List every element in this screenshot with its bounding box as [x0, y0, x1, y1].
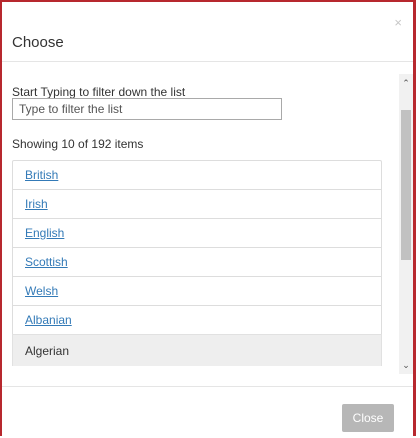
list-item[interactable]: Albanian — [12, 305, 382, 334]
filter-input[interactable] — [12, 98, 282, 120]
list-scrollbar[interactable]: ⌃ ⌄ — [399, 74, 413, 374]
dialog-footer: Close — [2, 386, 413, 436]
close-icon[interactable]: × — [394, 16, 402, 29]
close-button[interactable]: Close — [342, 404, 394, 432]
list-item-link[interactable]: Albanian — [25, 313, 72, 327]
results-count: Showing 10 of 192 items — [12, 137, 144, 151]
list-item-label: Algerian — [25, 343, 70, 358]
list-item-link[interactable]: Irish — [25, 197, 48, 211]
list-item-link[interactable]: Scottish — [25, 255, 68, 269]
list-item[interactable]: Irish — [12, 189, 382, 218]
chevron-up-icon[interactable]: ⌃ — [399, 76, 413, 90]
dialog-header: Choose × — [2, 2, 413, 62]
list-item[interactable]: Welsh — [12, 276, 382, 305]
results-list: British Irish English Scottish Welsh Alb… — [12, 160, 382, 366]
scrollbar-thumb[interactable] — [401, 110, 411, 260]
background-strip — [416, 0, 420, 438]
list-item-link[interactable]: English — [25, 226, 64, 240]
list-item[interactable]: English — [12, 218, 382, 247]
list-item[interactable]: British — [12, 160, 382, 189]
dialog-title: Choose — [12, 34, 64, 51]
list-item-active[interactable]: Algerian — [12, 334, 382, 366]
list-item-link[interactable]: British — [25, 168, 58, 182]
dialog-body: Start Typing to filter down the list Sho… — [2, 62, 413, 386]
chevron-down-icon[interactable]: ⌄ — [399, 358, 413, 372]
choose-dialog: Choose × Start Typing to filter down the… — [0, 0, 416, 436]
list-item[interactable]: Scottish — [12, 247, 382, 276]
filter-label: Start Typing to filter down the list — [12, 85, 186, 99]
list-item-link[interactable]: Welsh — [25, 284, 58, 298]
